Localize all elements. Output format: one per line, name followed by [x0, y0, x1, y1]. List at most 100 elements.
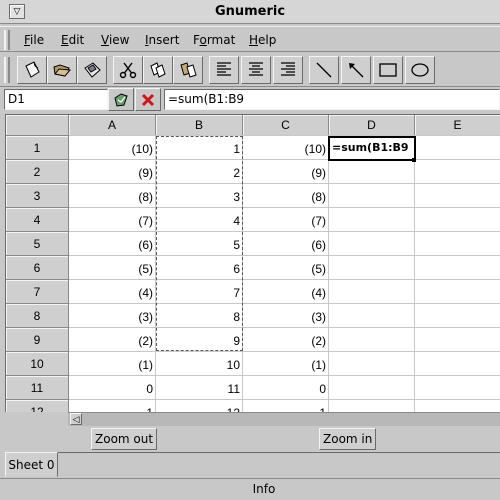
copy-button[interactable]	[143, 56, 173, 84]
ellipse-icon	[411, 63, 429, 77]
column-header-b[interactable]: B	[156, 115, 243, 136]
accept-button[interactable]	[108, 88, 134, 111]
cell-c1[interactable]: (10)	[243, 136, 329, 160]
row-header-11[interactable]: 11	[6, 376, 69, 400]
row-header-5[interactable]: 5	[6, 232, 69, 256]
copy-marquee-b1-b9	[156, 136, 243, 351]
cell-a11[interactable]: 0	[69, 376, 156, 400]
active-cell-text: =sum(B1:B9	[332, 141, 409, 154]
cell-c5[interactable]: (6)	[243, 232, 329, 256]
row-header-1[interactable]: 1	[6, 136, 69, 160]
menu-format[interactable]: Format	[193, 30, 235, 50]
line-button[interactable]	[309, 56, 339, 84]
ellipse-button[interactable]	[405, 56, 435, 84]
window-menu-icon[interactable]: ▽	[9, 4, 25, 19]
cell-a7[interactable]: (4)	[69, 280, 156, 304]
copy-icon	[150, 62, 166, 78]
menu-grip-handle[interactable]	[4, 30, 10, 50]
spreadsheet-grid[interactable]: A B C D E 1 2 3 4 5 6 7 8 9 10 11 12 (10) (9) (8) (7)(…	[5, 114, 500, 412]
open-button[interactable]	[47, 56, 77, 84]
cell-c9[interactable]: (2)	[243, 328, 329, 352]
status-text: Info	[252, 482, 276, 496]
sheet-tab-0[interactable]: Sheet 0	[5, 452, 58, 477]
align-left-button[interactable]	[209, 56, 239, 84]
window-title: Gnumeric	[214, 4, 286, 19]
cell-reference-input[interactable]: D1	[4, 89, 108, 110]
row-header-7[interactable]: 7	[6, 280, 69, 304]
row-header-4[interactable]: 4	[6, 208, 69, 232]
cell-b11[interactable]: 11	[156, 376, 243, 400]
select-all-corner[interactable]	[6, 115, 69, 136]
paste-button[interactable]	[173, 56, 203, 84]
cell-c7[interactable]: (4)	[243, 280, 329, 304]
horizontal-scrollbar[interactable]	[68, 412, 500, 426]
cell-c11[interactable]: 0	[243, 376, 329, 400]
align-left-icon	[217, 62, 231, 76]
align-center-button[interactable]	[241, 56, 271, 84]
new-icon	[25, 61, 40, 78]
align-center-icon	[249, 62, 263, 76]
column-header-d[interactable]: D	[329, 115, 415, 136]
cell-a2[interactable]: (9)	[69, 160, 156, 184]
cell-b10[interactable]: 10	[156, 352, 243, 376]
align-right-icon	[281, 62, 295, 76]
cell-a1[interactable]: (10)	[69, 136, 156, 160]
arrow-button[interactable]	[341, 56, 371, 84]
open-icon	[53, 64, 71, 77]
menu-insert[interactable]: Insert	[145, 30, 179, 50]
row-header-10[interactable]: 10	[6, 352, 69, 376]
cell-c8[interactable]: (3)	[243, 304, 329, 328]
fill-handle[interactable]	[412, 158, 416, 162]
menu-edit[interactable]: Edit	[61, 30, 84, 50]
cell-a12[interactable]: 1	[69, 400, 156, 412]
arrow-icon	[349, 63, 364, 78]
row-header-6[interactable]: 6	[6, 256, 69, 280]
row-header-9[interactable]: 9	[6, 328, 69, 352]
row-header-3[interactable]: 3	[6, 184, 69, 208]
active-cell-d1[interactable]: =sum(B1:B9	[328, 136, 416, 161]
cancel-button[interactable]	[135, 88, 161, 111]
save-button[interactable]	[77, 56, 107, 84]
cut-button[interactable]	[113, 56, 143, 84]
toolbar-grip-handle[interactable]	[4, 57, 10, 83]
rectangle-icon	[379, 63, 397, 77]
menu-help[interactable]: Help	[249, 30, 276, 50]
cell-a3[interactable]: (8)	[69, 184, 156, 208]
row-header-8[interactable]: 8	[6, 304, 69, 328]
accept-icon	[114, 92, 128, 107]
save-icon	[84, 62, 101, 78]
formula-input[interactable]: =sum(B1:B9	[164, 89, 500, 110]
cell-a10[interactable]: (1)	[69, 352, 156, 376]
cell-c10[interactable]: (1)	[243, 352, 329, 376]
cut-icon	[119, 62, 137, 79]
cell-a4[interactable]: (7)	[69, 208, 156, 232]
cell-a5[interactable]: (6)	[69, 232, 156, 256]
grid-column-line	[414, 136, 415, 412]
cell-a9[interactable]: (2)	[69, 328, 156, 352]
zoom-out-button[interactable]: Zoom out	[91, 428, 158, 450]
cell-c3[interactable]: (8)	[243, 184, 329, 208]
cell-c2[interactable]: (9)	[243, 160, 329, 184]
paste-icon	[180, 62, 197, 78]
column-header-e[interactable]: E	[415, 115, 500, 136]
column-header-c[interactable]: C	[243, 115, 329, 136]
column-header-a[interactable]: A	[69, 115, 156, 136]
scroll-left-icon[interactable]: ◁	[70, 413, 82, 425]
cell-c6[interactable]: (5)	[243, 256, 329, 280]
cell-a8[interactable]: (3)	[69, 304, 156, 328]
row-header-2[interactable]: 2	[6, 160, 69, 184]
rectangle-button[interactable]	[373, 56, 403, 84]
cell-c4[interactable]: (7)	[243, 208, 329, 232]
menu-file[interactable]: File	[24, 30, 44, 50]
new-button[interactable]	[17, 56, 47, 84]
row-header-12[interactable]: 12	[6, 400, 69, 412]
zoom-in-button[interactable]: Zoom in	[319, 428, 377, 450]
menu-view[interactable]: View	[101, 30, 129, 50]
line-icon	[316, 62, 332, 78]
cell-c12[interactable]: 1	[243, 400, 329, 412]
cancel-icon	[141, 93, 155, 106]
cell-a6[interactable]: (5)	[69, 256, 156, 280]
align-right-button[interactable]	[273, 56, 303, 84]
sheet-tabs-area	[5, 452, 500, 476]
cell-b12[interactable]: 12	[156, 400, 243, 412]
